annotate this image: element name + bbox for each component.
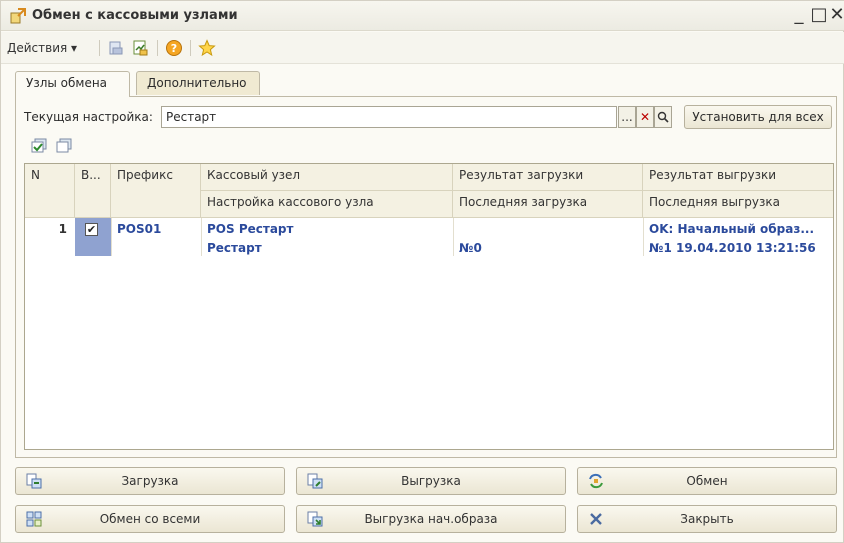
printer-icon[interactable]: [107, 39, 125, 57]
select-button[interactable]: ...: [618, 106, 636, 128]
col-header-n[interactable]: N: [25, 164, 75, 218]
report-icon[interactable]: [131, 39, 149, 57]
row-unload-result: OK: Начальный образ...: [649, 222, 815, 236]
col-header-node-setting[interactable]: Настройка кассового узла: [201, 191, 453, 218]
set-for-all-button[interactable]: Установить для всех: [684, 105, 832, 129]
row-node-setting: Рестарт: [207, 241, 262, 255]
exchange-all-button[interactable]: Обмен со всеми: [15, 505, 285, 533]
col-header-last-load[interactable]: Последняя загрузка: [453, 191, 643, 218]
exchange-window-icon: [10, 8, 26, 24]
unload-initial-button[interactable]: Выгрузка нач.образа: [296, 505, 566, 533]
toolbar: Действия ▾ ?: [1, 32, 844, 64]
col-header-last-unload[interactable]: Последняя выгрузка: [643, 191, 833, 218]
unload-initial-label: Выгрузка нач.образа: [364, 512, 498, 526]
exchange-button[interactable]: Обмен: [577, 467, 837, 495]
minimize-icon[interactable]: _: [789, 4, 809, 26]
close-label: Закрыть: [680, 512, 734, 526]
close-window-icon[interactable]: ✕: [827, 4, 844, 26]
row-prefix: POS01: [117, 222, 162, 236]
exchange-window: Обмен с кассовыми узлами _ □ ✕ Действия …: [0, 0, 844, 543]
selection-cell[interactable]: ✔: [75, 218, 111, 256]
toolbar-separator: [157, 40, 158, 56]
nodes-table[interactable]: N В... Префикс Кассовый узел Настройка к…: [24, 163, 834, 450]
uncheck-all-icon[interactable]: [56, 138, 72, 154]
row-load-result: [453, 219, 465, 225]
close-button[interactable]: Закрыть: [577, 505, 837, 533]
unload-button[interactable]: Выгрузка: [296, 467, 566, 495]
clear-icon[interactable]: ✕: [636, 106, 654, 128]
col-header-prefix[interactable]: Префикс: [111, 164, 201, 218]
maximize-icon[interactable]: □: [809, 4, 829, 26]
tab-exchange-nodes[interactable]: Узлы обмена: [15, 71, 130, 97]
help-icon[interactable]: ?: [165, 39, 183, 57]
row-node: POS Рестарт: [207, 222, 294, 236]
tab-label: Дополнительно: [147, 76, 247, 90]
toolbar-separator: [99, 40, 100, 56]
actions-menu[interactable]: Действия ▾: [7, 41, 77, 55]
col-header-load-result[interactable]: Результат загрузки: [453, 164, 643, 191]
row-number: 1: [58, 222, 67, 236]
tab-label: Узлы обмена: [26, 76, 108, 90]
current-setting-input[interactable]: Рестарт: [161, 106, 617, 128]
row-last-load: №0: [459, 241, 482, 255]
row-checkbox[interactable]: ✔: [85, 223, 98, 236]
tab-additional[interactable]: Дополнительно: [136, 71, 260, 95]
load-button[interactable]: Загрузка: [15, 467, 285, 495]
col-header-node[interactable]: Кассовый узел: [201, 164, 453, 191]
star-icon[interactable]: [198, 39, 216, 57]
title-bar[interactable]: Обмен с кассовыми узлами _ □ ✕: [1, 1, 844, 31]
unload-label: Выгрузка: [401, 474, 461, 488]
col-header-flag[interactable]: В...: [75, 164, 111, 218]
row-last-unload: №1 19.04.2010 13:21:56: [649, 241, 816, 255]
current-setting-label: Текущая настройка:: [24, 110, 153, 124]
search-icon[interactable]: [654, 106, 672, 128]
svg-text:?: ?: [171, 42, 177, 55]
exchange-label: Обмен: [686, 474, 728, 488]
col-header-unload-result[interactable]: Результат выгрузки: [643, 164, 833, 191]
check-all-icon[interactable]: [31, 138, 47, 154]
toolbar-separator: [190, 40, 191, 56]
window-title: Обмен с кассовыми узлами: [32, 8, 238, 23]
load-label: Загрузка: [121, 474, 179, 488]
exchange-all-label: Обмен со всеми: [99, 512, 201, 526]
